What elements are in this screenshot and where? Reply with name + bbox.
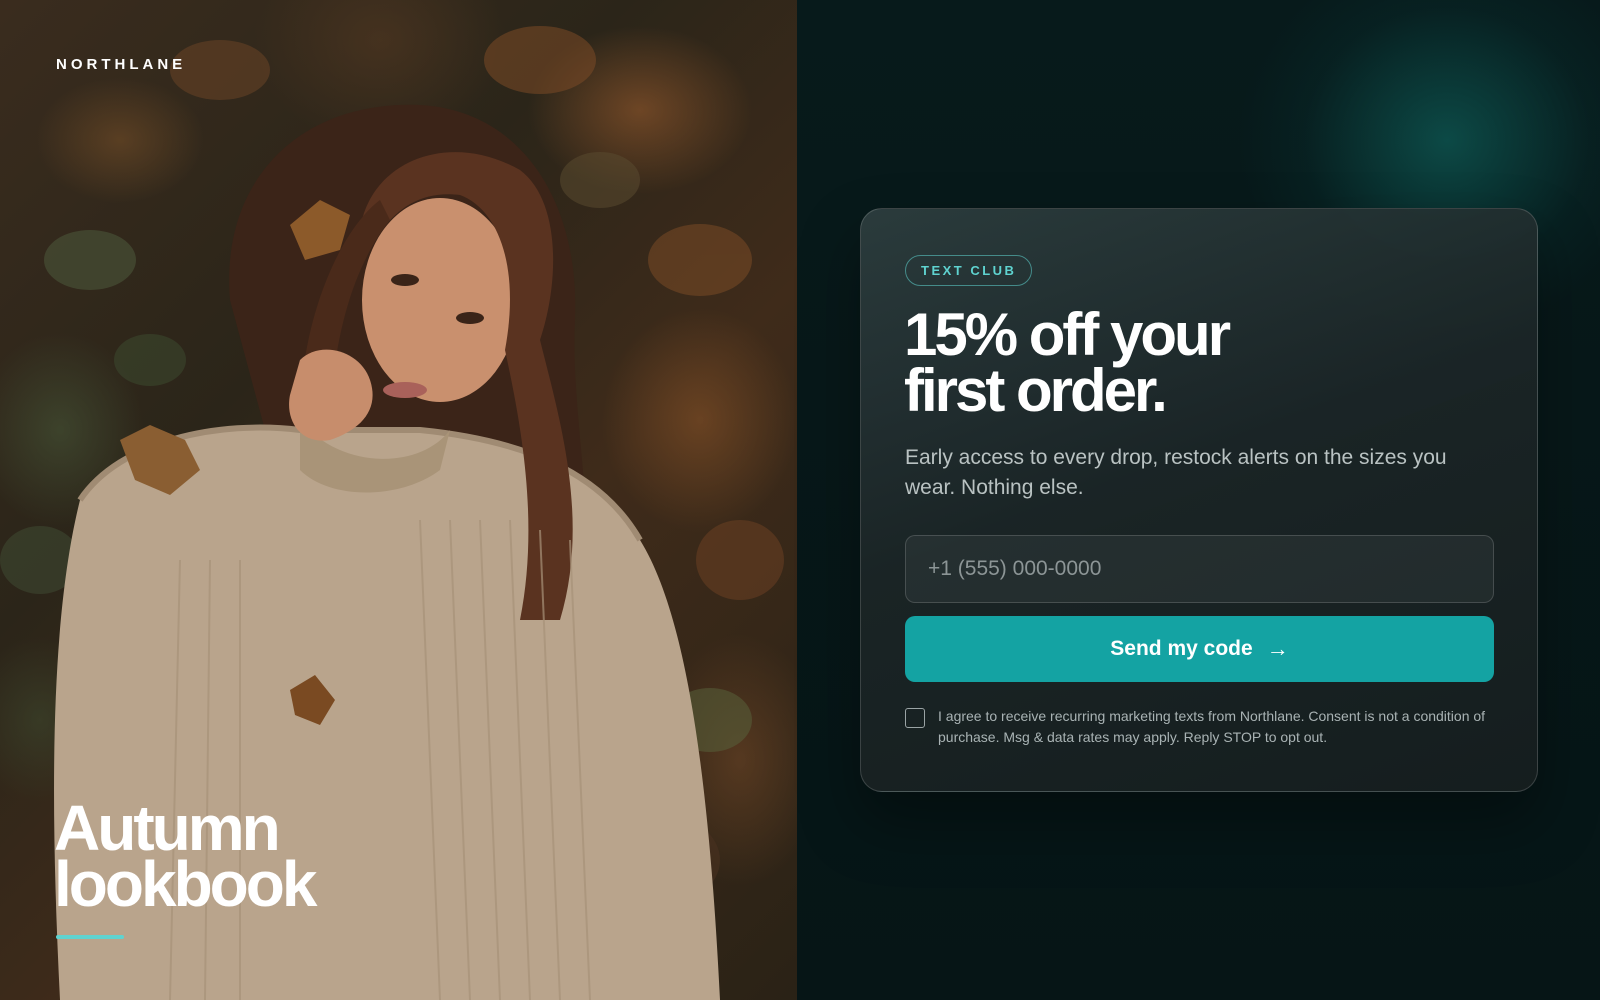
text-club-badge: TEXT CLUB [905, 255, 1033, 286]
offer-headline: 15% off your first order. [904, 301, 1231, 424]
consent-text: I agree to receive recurring marketing t… [938, 708, 1486, 745]
title-underline [56, 935, 124, 939]
consent-checkbox[interactable] [905, 708, 925, 728]
phone-input[interactable] [905, 535, 1494, 603]
consent-row: I agree to receive recurring marketing t… [905, 706, 1494, 748]
send-code-button-label: Send my code [1110, 637, 1253, 660]
hero-photo: NORTHLANE Autumn lookbook [0, 0, 797, 1000]
offer-headline-line1: 15% off your [904, 301, 1231, 368]
send-code-button[interactable]: Send my code → [905, 616, 1494, 682]
signup-card: TEXT CLUB 15% off your first order. Earl… [860, 208, 1538, 792]
right-arrow-icon: → [1266, 636, 1289, 661]
lookbook-title: Autumn lookbook [54, 796, 317, 920]
offer-description: Early access to every drop, restock aler… [905, 446, 1447, 499]
offer-headline-line2: first order. [904, 357, 1168, 424]
brand-logo: NORTHLANE [56, 56, 187, 73]
lookbook-title-line2: lookbook [54, 848, 317, 920]
